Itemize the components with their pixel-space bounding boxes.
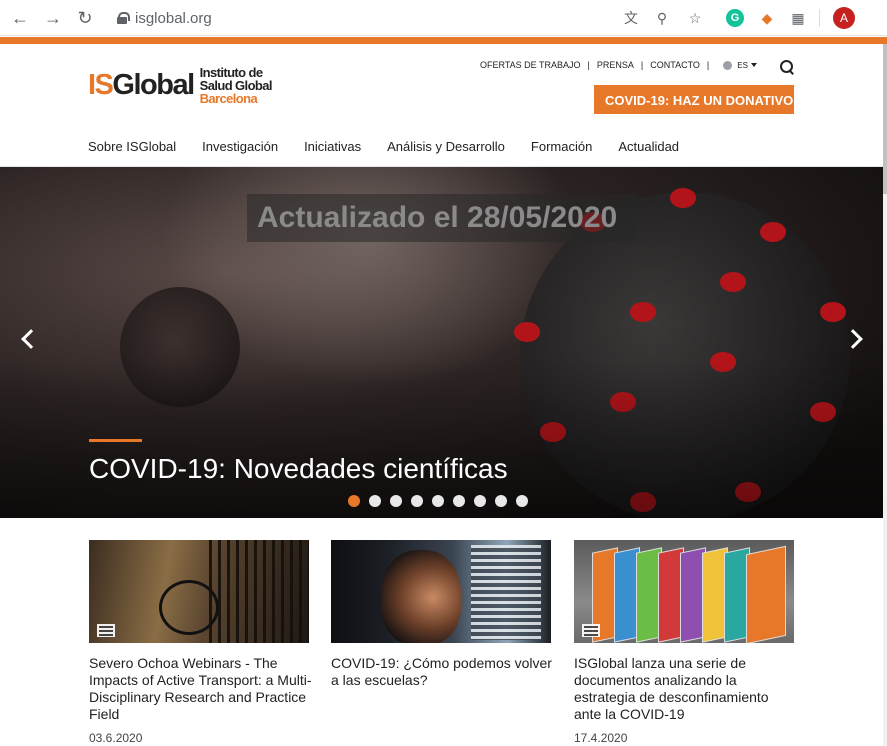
star-icon[interactable]: ☆ <box>684 7 706 29</box>
hero-title[interactable]: COVID-19: Novedades científicas <box>89 453 508 485</box>
hero-updated-label: Actualizado el 28/05/2020 <box>247 194 637 242</box>
link-divider: | <box>640 60 644 70</box>
card-image-webinars[interactable] <box>89 540 309 643</box>
slider-dot-8[interactable] <box>495 495 507 507</box>
site-logo[interactable]: IS Global Instituto de Salud Global Barce… <box>88 66 273 106</box>
link-ofertas[interactable]: OFERTAS DE TRABAJO <box>480 60 581 70</box>
card-date: 03.6.2020 <box>89 731 143 745</box>
slider-dot-3[interactable] <box>390 495 402 507</box>
news-icon <box>97 624 115 637</box>
nav-item-actualidad[interactable]: Actualidad <box>618 139 679 154</box>
page-scrollbar[interactable] <box>883 44 887 746</box>
slider-dot-7[interactable] <box>474 495 486 507</box>
slider-dot-9[interactable] <box>516 495 528 507</box>
card-title[interactable]: Severo Ochoa Webinars - The Impacts of A… <box>89 655 314 723</box>
link-prensa[interactable]: PRENSA <box>597 60 634 70</box>
language-label: ES <box>737 60 748 70</box>
slider-dot-4[interactable] <box>411 495 423 507</box>
translate-icon[interactable]: 文 <box>620 7 642 29</box>
slider-dot-2[interactable] <box>369 495 381 507</box>
apps-icon[interactable]: ▦ <box>787 7 809 29</box>
logo-is: IS <box>88 69 114 101</box>
nav-item-sobre[interactable]: Sobre ISGlobal <box>88 139 176 154</box>
zoom-icon[interactable]: ⚲ <box>651 7 673 29</box>
donate-button[interactable]: COVID-19: HAZ UN DONATIVO <box>594 85 794 114</box>
slider-dot-6[interactable] <box>453 495 465 507</box>
news-icon <box>582 624 600 637</box>
caret-down-icon <box>750 63 757 67</box>
slider-dot-1[interactable] <box>348 495 360 507</box>
card-title[interactable]: ISGlobal lanza una serie de documentos a… <box>574 655 799 723</box>
forward-icon[interactable]: → <box>42 7 64 29</box>
nav-item-iniciativas[interactable]: Iniciativas <box>304 139 361 154</box>
link-divider: | <box>587 60 590 70</box>
logo-subtitle: Instituto de Salud Global Barcelona <box>199 66 273 106</box>
globe-icon <box>723 60 733 70</box>
browser-toolbar: ← → ↻ isglobal.org 文 ⚲ ☆ G ◆ ▦ A <box>0 0 887 36</box>
toolbar-divider <box>819 9 820 27</box>
address-bar[interactable]: isglobal.org <box>117 8 212 28</box>
slider-dot-5[interactable] <box>432 495 444 507</box>
main-navigation: Sobre ISGlobal Investigación Iniciativas… <box>88 139 705 154</box>
reload-icon[interactable]: ↻ <box>74 7 96 29</box>
child-face-shape <box>381 550 461 643</box>
link-divider: | <box>706 60 710 70</box>
accent-bar <box>0 37 887 44</box>
extension-icon[interactable]: ◆ <box>756 7 778 29</box>
window-blind-shape <box>471 545 541 640</box>
card-image-schools[interactable] <box>331 540 551 643</box>
url-text: isglobal.org <box>135 9 212 27</box>
card-title[interactable]: COVID-19: ¿Cómo podemos volver a las esc… <box>331 655 556 689</box>
logo-global: Global <box>112 69 195 101</box>
link-contacto[interactable]: CONTACTO <box>650 60 700 70</box>
language-selector[interactable]: ES <box>737 61 757 70</box>
card-date: 17.4.2020 <box>574 731 628 745</box>
card-image-documents[interactable] <box>574 540 794 643</box>
utility-links: OFERTAS DE TRABAJO | PRENSA | CONTACTO |… <box>480 60 757 70</box>
nav-item-investigacion[interactable]: Investigación <box>202 139 278 154</box>
scrollbar-thumb[interactable] <box>883 44 887 194</box>
nav-item-formacion[interactable]: Formación <box>531 139 592 154</box>
search-icon[interactable] <box>780 60 794 74</box>
slider-dots <box>348 495 528 507</box>
hero-title-rule <box>89 439 142 442</box>
logo-city: Barcelona <box>199 91 258 106</box>
nav-item-analisis[interactable]: Análisis y Desarrollo <box>387 139 505 154</box>
back-icon[interactable]: ← <box>9 7 31 29</box>
lock-icon <box>117 12 130 24</box>
grammarly-icon[interactable]: G <box>724 7 746 29</box>
profile-avatar[interactable]: A <box>833 7 855 29</box>
railing-shape <box>209 540 309 643</box>
